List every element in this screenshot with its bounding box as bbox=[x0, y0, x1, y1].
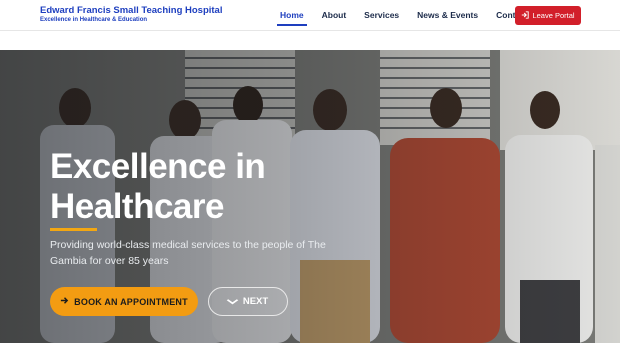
hero-subtitle: Providing world-class medical services t… bbox=[50, 239, 326, 267]
main-nav: Home About Services News & Events Contac… bbox=[277, 0, 546, 31]
next-label: NEXT bbox=[242, 296, 269, 307]
hero-title: Excellence in Healthcare bbox=[50, 147, 266, 226]
next-button[interactable]: NEXT bbox=[208, 287, 288, 316]
leave-portal-button[interactable]: Leave Portal bbox=[515, 6, 581, 25]
navbar: Edward Francis Small Teaching Hospital E… bbox=[0, 0, 620, 31]
hero-banner: Excellence in Healthcare Providing world… bbox=[0, 50, 620, 343]
brand[interactable]: Edward Francis Small Teaching Hospital E… bbox=[40, 5, 222, 25]
nav-item-home[interactable]: Home bbox=[277, 0, 307, 31]
chevron-down-icon bbox=[226, 297, 239, 307]
arrow-right-icon bbox=[60, 296, 69, 307]
nav-item-news-events[interactable]: News & Events bbox=[417, 0, 478, 31]
nav-item-services[interactable]: Services bbox=[364, 0, 399, 31]
leave-portal-label: Leave Portal bbox=[532, 11, 575, 20]
hero-accent-rule bbox=[50, 228, 97, 231]
brand-tagline: Excellence in Healthcare & Education bbox=[40, 17, 148, 23]
book-appointment-button[interactable]: BOOK AN APPOINTMENT bbox=[50, 287, 198, 316]
sign-out-icon bbox=[521, 10, 530, 21]
nav-item-about[interactable]: About bbox=[322, 0, 347, 31]
brand-name[interactable]: Edward Francis Small Teaching Hospital bbox=[40, 5, 222, 16]
book-appointment-label: BOOK AN APPOINTMENT bbox=[74, 296, 188, 307]
